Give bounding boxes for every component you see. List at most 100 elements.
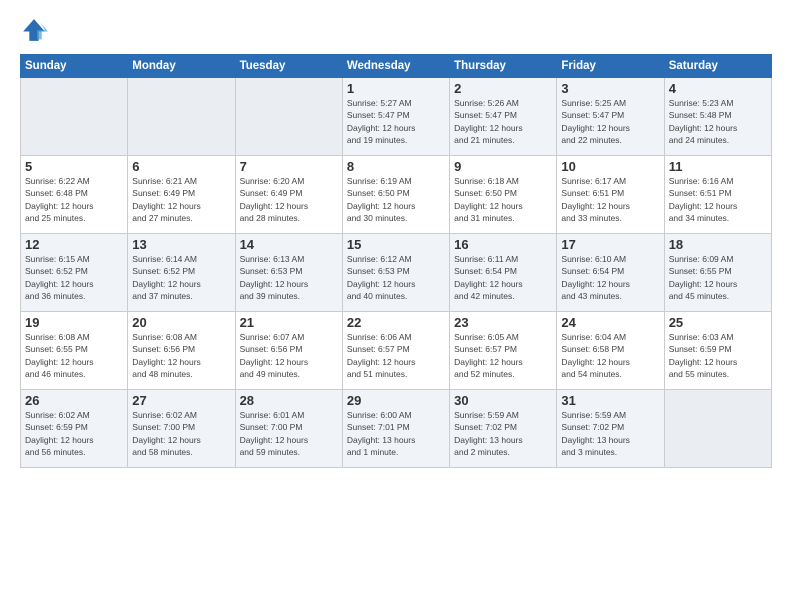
day-info: Sunrise: 6:20 AM Sunset: 6:49 PM Dayligh… — [240, 175, 338, 224]
day-cell: 29Sunrise: 6:00 AM Sunset: 7:01 PM Dayli… — [342, 390, 449, 468]
day-cell: 17Sunrise: 6:10 AM Sunset: 6:54 PM Dayli… — [557, 234, 664, 312]
day-number: 3 — [561, 81, 659, 96]
weekday-header-monday: Monday — [128, 55, 235, 78]
logo-icon — [20, 16, 48, 44]
day-number: 8 — [347, 159, 445, 174]
day-info: Sunrise: 6:14 AM Sunset: 6:52 PM Dayligh… — [132, 253, 230, 302]
day-info: Sunrise: 6:17 AM Sunset: 6:51 PM Dayligh… — [561, 175, 659, 224]
day-number: 17 — [561, 237, 659, 252]
day-number: 9 — [454, 159, 552, 174]
day-cell: 25Sunrise: 6:03 AM Sunset: 6:59 PM Dayli… — [664, 312, 771, 390]
day-info: Sunrise: 5:25 AM Sunset: 5:47 PM Dayligh… — [561, 97, 659, 146]
day-cell: 22Sunrise: 6:06 AM Sunset: 6:57 PM Dayli… — [342, 312, 449, 390]
day-cell: 16Sunrise: 6:11 AM Sunset: 6:54 PM Dayli… — [450, 234, 557, 312]
day-number: 13 — [132, 237, 230, 252]
day-info: Sunrise: 5:59 AM Sunset: 7:02 PM Dayligh… — [454, 409, 552, 458]
header — [20, 16, 772, 44]
logo — [20, 16, 52, 44]
day-cell: 10Sunrise: 6:17 AM Sunset: 6:51 PM Dayli… — [557, 156, 664, 234]
day-number: 4 — [669, 81, 767, 96]
week-row-0: 1Sunrise: 5:27 AM Sunset: 5:47 PM Daylig… — [21, 78, 772, 156]
day-number: 1 — [347, 81, 445, 96]
day-number: 11 — [669, 159, 767, 174]
day-info: Sunrise: 6:19 AM Sunset: 6:50 PM Dayligh… — [347, 175, 445, 224]
day-number: 5 — [25, 159, 123, 174]
day-cell: 7Sunrise: 6:20 AM Sunset: 6:49 PM Daylig… — [235, 156, 342, 234]
day-number: 15 — [347, 237, 445, 252]
day-cell: 26Sunrise: 6:02 AM Sunset: 6:59 PM Dayli… — [21, 390, 128, 468]
day-info: Sunrise: 6:07 AM Sunset: 6:56 PM Dayligh… — [240, 331, 338, 380]
day-info: Sunrise: 5:26 AM Sunset: 5:47 PM Dayligh… — [454, 97, 552, 146]
day-cell: 12Sunrise: 6:15 AM Sunset: 6:52 PM Dayli… — [21, 234, 128, 312]
day-cell: 27Sunrise: 6:02 AM Sunset: 7:00 PM Dayli… — [128, 390, 235, 468]
calendar: SundayMondayTuesdayWednesdayThursdayFrid… — [20, 54, 772, 468]
day-number: 10 — [561, 159, 659, 174]
day-info: Sunrise: 6:02 AM Sunset: 7:00 PM Dayligh… — [132, 409, 230, 458]
day-info: Sunrise: 6:01 AM Sunset: 7:00 PM Dayligh… — [240, 409, 338, 458]
day-cell — [664, 390, 771, 468]
day-info: Sunrise: 6:15 AM Sunset: 6:52 PM Dayligh… — [25, 253, 123, 302]
week-row-1: 5Sunrise: 6:22 AM Sunset: 6:48 PM Daylig… — [21, 156, 772, 234]
day-number: 18 — [669, 237, 767, 252]
day-info: Sunrise: 6:08 AM Sunset: 6:56 PM Dayligh… — [132, 331, 230, 380]
day-cell: 9Sunrise: 6:18 AM Sunset: 6:50 PM Daylig… — [450, 156, 557, 234]
day-number: 27 — [132, 393, 230, 408]
day-info: Sunrise: 6:06 AM Sunset: 6:57 PM Dayligh… — [347, 331, 445, 380]
day-cell: 1Sunrise: 5:27 AM Sunset: 5:47 PM Daylig… — [342, 78, 449, 156]
day-cell: 3Sunrise: 5:25 AM Sunset: 5:47 PM Daylig… — [557, 78, 664, 156]
day-cell: 20Sunrise: 6:08 AM Sunset: 6:56 PM Dayli… — [128, 312, 235, 390]
weekday-header-tuesday: Tuesday — [235, 55, 342, 78]
day-number: 2 — [454, 81, 552, 96]
day-number: 28 — [240, 393, 338, 408]
day-number: 26 — [25, 393, 123, 408]
day-info: Sunrise: 6:18 AM Sunset: 6:50 PM Dayligh… — [454, 175, 552, 224]
day-cell: 24Sunrise: 6:04 AM Sunset: 6:58 PM Dayli… — [557, 312, 664, 390]
day-info: Sunrise: 6:08 AM Sunset: 6:55 PM Dayligh… — [25, 331, 123, 380]
weekday-header-friday: Friday — [557, 55, 664, 78]
day-info: Sunrise: 6:04 AM Sunset: 6:58 PM Dayligh… — [561, 331, 659, 380]
day-cell: 11Sunrise: 6:16 AM Sunset: 6:51 PM Dayli… — [664, 156, 771, 234]
day-cell: 28Sunrise: 6:01 AM Sunset: 7:00 PM Dayli… — [235, 390, 342, 468]
day-number: 30 — [454, 393, 552, 408]
day-info: Sunrise: 6:16 AM Sunset: 6:51 PM Dayligh… — [669, 175, 767, 224]
day-cell — [128, 78, 235, 156]
day-cell: 18Sunrise: 6:09 AM Sunset: 6:55 PM Dayli… — [664, 234, 771, 312]
day-info: Sunrise: 6:22 AM Sunset: 6:48 PM Dayligh… — [25, 175, 123, 224]
day-info: Sunrise: 6:12 AM Sunset: 6:53 PM Dayligh… — [347, 253, 445, 302]
day-number: 21 — [240, 315, 338, 330]
day-cell: 23Sunrise: 6:05 AM Sunset: 6:57 PM Dayli… — [450, 312, 557, 390]
day-number: 23 — [454, 315, 552, 330]
week-row-4: 26Sunrise: 6:02 AM Sunset: 6:59 PM Dayli… — [21, 390, 772, 468]
day-number: 25 — [669, 315, 767, 330]
day-info: Sunrise: 6:09 AM Sunset: 6:55 PM Dayligh… — [669, 253, 767, 302]
day-cell: 15Sunrise: 6:12 AM Sunset: 6:53 PM Dayli… — [342, 234, 449, 312]
day-info: Sunrise: 5:59 AM Sunset: 7:02 PM Dayligh… — [561, 409, 659, 458]
day-number: 29 — [347, 393, 445, 408]
day-cell: 14Sunrise: 6:13 AM Sunset: 6:53 PM Dayli… — [235, 234, 342, 312]
day-cell — [235, 78, 342, 156]
day-cell — [21, 78, 128, 156]
day-cell: 4Sunrise: 5:23 AM Sunset: 5:48 PM Daylig… — [664, 78, 771, 156]
day-info: Sunrise: 5:27 AM Sunset: 5:47 PM Dayligh… — [347, 97, 445, 146]
day-info: Sunrise: 5:23 AM Sunset: 5:48 PM Dayligh… — [669, 97, 767, 146]
day-cell: 21Sunrise: 6:07 AM Sunset: 6:56 PM Dayli… — [235, 312, 342, 390]
day-cell: 8Sunrise: 6:19 AM Sunset: 6:50 PM Daylig… — [342, 156, 449, 234]
weekday-header-sunday: Sunday — [21, 55, 128, 78]
day-number: 6 — [132, 159, 230, 174]
week-row-3: 19Sunrise: 6:08 AM Sunset: 6:55 PM Dayli… — [21, 312, 772, 390]
day-cell: 2Sunrise: 5:26 AM Sunset: 5:47 PM Daylig… — [450, 78, 557, 156]
day-number: 20 — [132, 315, 230, 330]
weekday-header-row: SundayMondayTuesdayWednesdayThursdayFrid… — [21, 55, 772, 78]
day-info: Sunrise: 6:13 AM Sunset: 6:53 PM Dayligh… — [240, 253, 338, 302]
day-info: Sunrise: 6:11 AM Sunset: 6:54 PM Dayligh… — [454, 253, 552, 302]
day-info: Sunrise: 6:21 AM Sunset: 6:49 PM Dayligh… — [132, 175, 230, 224]
day-number: 22 — [347, 315, 445, 330]
day-cell: 6Sunrise: 6:21 AM Sunset: 6:49 PM Daylig… — [128, 156, 235, 234]
day-number: 31 — [561, 393, 659, 408]
week-row-2: 12Sunrise: 6:15 AM Sunset: 6:52 PM Dayli… — [21, 234, 772, 312]
day-number: 14 — [240, 237, 338, 252]
day-info: Sunrise: 6:00 AM Sunset: 7:01 PM Dayligh… — [347, 409, 445, 458]
day-info: Sunrise: 6:05 AM Sunset: 6:57 PM Dayligh… — [454, 331, 552, 380]
day-number: 19 — [25, 315, 123, 330]
day-info: Sunrise: 6:02 AM Sunset: 6:59 PM Dayligh… — [25, 409, 123, 458]
